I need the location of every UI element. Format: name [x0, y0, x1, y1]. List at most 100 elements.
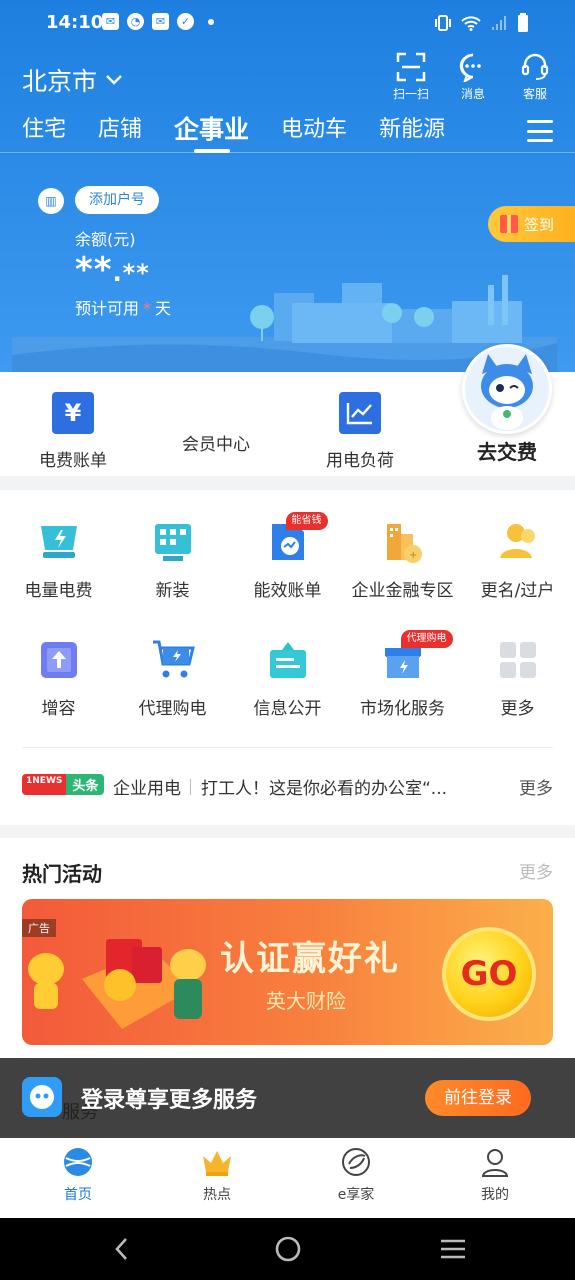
go-login-button[interactable]: 前往登录 — [425, 1080, 531, 1116]
section-title: 热门活动 — [22, 862, 102, 886]
news-headline[interactable]: 打工人！这是你必看的办公室“... — [201, 774, 447, 799]
crown-icon — [203, 1151, 231, 1176]
service-finance[interactable]: + 企业金融专区 — [345, 520, 460, 601]
tab-electric-vehicle[interactable]: 电动车 — [281, 112, 347, 152]
quick-item-label: 电费账单 — [39, 451, 107, 471]
power-usage-icon — [37, 520, 81, 564]
nav-label: 热点 — [203, 1187, 231, 1203]
hot-activities: 热门活动 更多 广告 认证赢好礼 英大财险 GO — [0, 838, 575, 1060]
tab-residential[interactable]: 住宅 — [22, 112, 66, 152]
system-nav-bar — [0, 1218, 575, 1280]
mail-icon: ✉ — [102, 13, 119, 30]
mascot-avatar[interactable] — [462, 344, 552, 434]
capacity-up-icon — [37, 638, 81, 682]
svg-text:+: + — [409, 550, 417, 561]
service-label: 电量电费 — [24, 581, 93, 601]
service-agent-purchase[interactable]: 代理购电 — [115, 638, 230, 719]
dot-icon — [208, 18, 214, 25]
nav-label: 我的 — [481, 1187, 509, 1203]
tab-store[interactable]: 店铺 — [98, 112, 142, 152]
nav-mine[interactable]: 我的 — [445, 1146, 545, 1204]
scan-label: 扫一扫 — [392, 87, 429, 101]
transfer-user-icon — [496, 520, 540, 564]
load-chart-icon — [339, 392, 381, 434]
nav-hot[interactable]: 热点 — [167, 1146, 267, 1204]
service-button[interactable]: 客服 — [515, 52, 555, 102]
service-new-install[interactable]: 新装 — [115, 520, 230, 601]
service-label: 增容 — [41, 699, 76, 719]
finance-icon: + — [381, 520, 425, 564]
quick-item-member[interactable]: 会员中心 — [156, 430, 276, 455]
app-logo-icon — [22, 1077, 62, 1117]
service-label: 信息公开 — [253, 699, 322, 719]
quick-item-load[interactable]: 用电负荷 — [300, 392, 420, 471]
category-tabs: 住宅 店铺 企事业 电动车 新能源 — [22, 112, 477, 153]
info-board-icon — [266, 638, 310, 682]
activities-more-link[interactable]: 更多 — [519, 858, 553, 883]
service-label: 客服 — [522, 87, 547, 101]
divider — [0, 152, 575, 153]
home-circle-icon[interactable] — [274, 1235, 302, 1263]
service-label: 新装 — [155, 581, 190, 601]
service-power-usage[interactable]: 电量电费 — [1, 520, 116, 601]
efficiency-bill-icon: 能省钱 — [266, 512, 328, 564]
back-icon[interactable] — [112, 1235, 132, 1263]
gift-icon — [500, 215, 518, 233]
login-prompt-text: 登录尊享更多服务 — [81, 1088, 258, 1113]
service-grid: 电量电费 新装 能省钱 能效账单 + 企业金融专区 更名/过户 增容 代理购电 … — [0, 490, 575, 825]
headline-logo-b: 头条 — [66, 774, 105, 795]
bottom-nav: 首页 热点 e享家 我的 — [0, 1138, 575, 1218]
message-button[interactable]: 消息 — [453, 52, 493, 102]
service-more[interactable]: 更多 — [460, 638, 575, 719]
service-label: 更多 — [500, 699, 535, 719]
signal-icon — [492, 16, 506, 30]
news-more-link[interactable]: 更多 — [519, 774, 553, 799]
header-actions: 扫一扫 消息 客服 — [391, 52, 555, 102]
more-grid-icon — [496, 638, 540, 682]
add-account-button[interactable]: 添加户号 — [75, 186, 159, 214]
e-home-icon — [342, 1148, 370, 1176]
shield-icon: ✓ — [177, 13, 194, 30]
headline-logo: 1NEWS 头条 — [22, 774, 105, 795]
new-install-icon — [151, 520, 195, 564]
mail-icon: ✉ — [152, 13, 169, 30]
nav-home[interactable]: 首页 — [28, 1146, 128, 1204]
service-efficiency-bill[interactable]: 能省钱 能效账单 — [230, 512, 345, 601]
tab-new-energy[interactable]: 新能源 — [379, 112, 445, 152]
quick-item-bill[interactable]: ¥ 电费账单 — [13, 392, 133, 471]
notification-icons: ✉ ◔ ✉ ✓ — [102, 13, 214, 30]
quick-item-label: 用电负荷 — [326, 451, 394, 471]
status-bar: 14:10 ✉ ◔ ✉ ✓ — [0, 0, 575, 46]
header-area: 14:10 ✉ ◔ ✉ ✓ 北京市 扫一扫 消息 客服 住宅 店铺 企事业 电动… — [0, 0, 575, 372]
gift-box-illustration — [28, 939, 206, 1029]
service-info-public[interactable]: 信息公开 — [230, 638, 345, 719]
tab-enterprise[interactable]: 企事业 — [174, 112, 249, 153]
service-label: 能效账单 — [253, 581, 322, 601]
balance-label: 余额(元) — [75, 230, 136, 249]
pay-button[interactable]: 去交费 — [466, 436, 548, 465]
go-button[interactable]: GO — [442, 927, 536, 1021]
headline-logo-a: 1NEWS — [22, 774, 67, 795]
city-name: 北京市 — [22, 67, 98, 96]
city-selector[interactable]: 北京市 — [22, 62, 123, 98]
service-capacity-up[interactable]: 增容 — [1, 638, 116, 719]
clock-icon: ◔ — [127, 13, 144, 30]
recents-icon[interactable] — [439, 1237, 467, 1261]
battery-icon — [518, 13, 528, 32]
service-badge: 代理购电 — [400, 630, 453, 648]
service-market[interactable]: 代理购电 市场化服务 — [345, 630, 460, 719]
service-badge: 能省钱 — [285, 512, 328, 530]
promo-banner[interactable]: 广告 认证赢好礼 英大财险 GO — [22, 899, 553, 1045]
menu-icon[interactable] — [527, 120, 553, 142]
building-icon: ▥ — [38, 188, 64, 214]
nav-e-home[interactable]: e享家 — [306, 1146, 406, 1204]
message-icon — [459, 53, 481, 82]
profile-icon — [481, 1149, 509, 1177]
banner-title: 认证赢好礼 — [220, 939, 400, 979]
service-transfer[interactable]: 更名/过户 — [460, 520, 575, 601]
banner-subtitle: 英大财险 — [266, 989, 346, 1013]
quick-item-label: 会员中心 — [182, 435, 250, 455]
scan-button[interactable]: 扫一扫 — [391, 52, 431, 102]
nav-label: e享家 — [337, 1187, 375, 1203]
sign-in-button[interactable]: 签到 — [488, 206, 575, 242]
